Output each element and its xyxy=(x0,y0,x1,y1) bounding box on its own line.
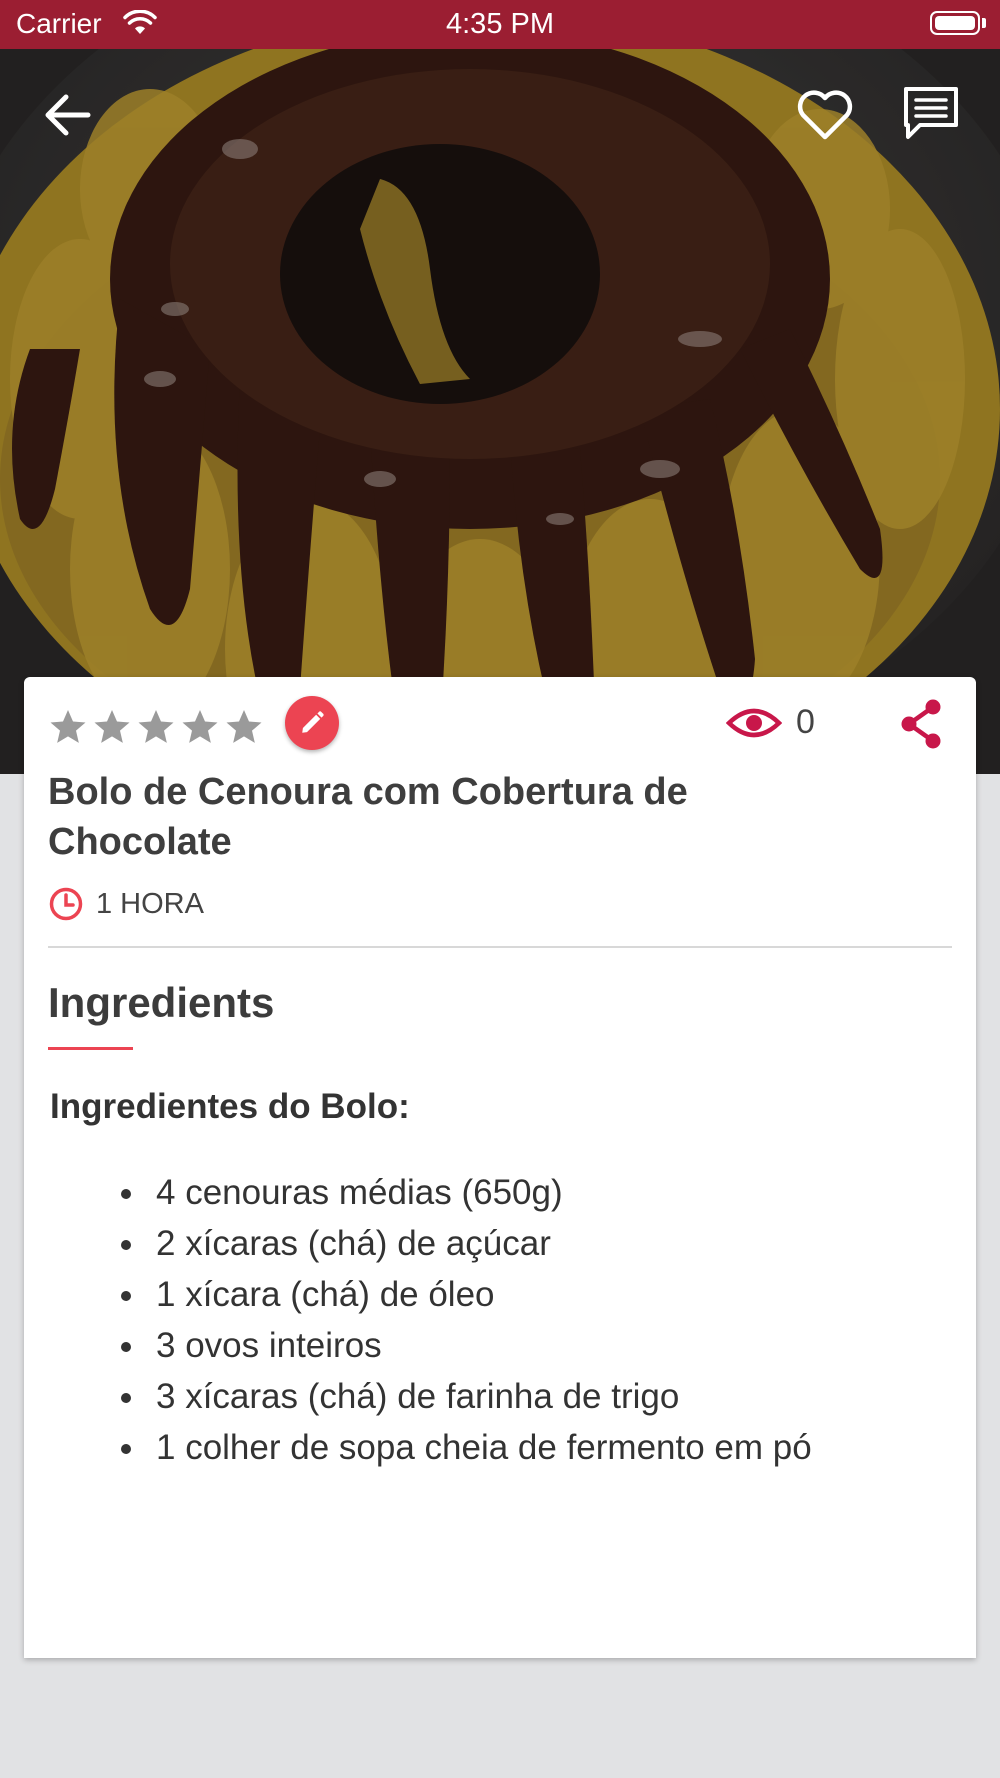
ingredients-subheading: Ingredientes do Bolo: xyxy=(50,1087,410,1126)
pencil-icon xyxy=(302,711,324,733)
list-item: 3 xícaras (chá) de farinha de trigo xyxy=(148,1371,1000,1422)
divider xyxy=(48,946,952,948)
back-button[interactable] xyxy=(40,91,92,139)
star-icon[interactable] xyxy=(224,707,264,747)
comments-button[interactable] xyxy=(900,85,962,141)
list-item: 1 xícara (chá) de óleo xyxy=(148,1269,1000,1320)
prep-time-label: 1 HORA xyxy=(96,887,204,920)
prep-time: 1 HORA xyxy=(48,886,204,922)
star-icon[interactable] xyxy=(136,707,176,747)
share-icon xyxy=(901,699,941,749)
clock-icon xyxy=(49,887,83,921)
share-button[interactable] xyxy=(898,698,944,755)
heading-underline xyxy=(48,1047,133,1050)
eye-icon xyxy=(726,708,782,737)
cake-illustration xyxy=(0,49,1000,774)
view-count: 0 xyxy=(796,703,815,741)
chat-bubble-icon xyxy=(904,87,958,139)
star-icon[interactable] xyxy=(180,707,220,747)
edit-rating-button[interactable] xyxy=(285,696,339,750)
battery-tip xyxy=(982,18,986,28)
star-rating[interactable] xyxy=(48,707,264,747)
battery-icon xyxy=(930,11,980,35)
ingredients-list: 4 cenouras médias (650g) 2 xícaras (chá)… xyxy=(84,1167,1000,1473)
status-bar: Carrier 4:35 PM xyxy=(0,0,1000,49)
list-item: 1 colher de sopa cheia de fermento em pó xyxy=(148,1422,1000,1473)
arrow-left-icon xyxy=(45,94,91,136)
ingredients-heading: Ingredients xyxy=(48,979,275,1026)
recipe-title: Bolo de Cenoura com Cobertura de Chocola… xyxy=(48,771,688,863)
star-icon[interactable] xyxy=(92,707,132,747)
star-icon[interactable] xyxy=(48,707,88,747)
status-time: 4:35 PM xyxy=(446,8,554,40)
recipe-card: 0 Bolo de Cenoura com Cobertura de Choco… xyxy=(24,677,976,1658)
list-item: 4 cenouras médias (650g) xyxy=(148,1167,1000,1218)
view-counter: 0 xyxy=(726,703,815,742)
heart-outline-icon xyxy=(797,90,853,140)
favorite-button[interactable] xyxy=(794,87,856,143)
list-item: 2 xícaras (chá) de açúcar xyxy=(148,1218,1000,1269)
list-item: 3 ovos inteiros xyxy=(148,1320,1000,1371)
recipe-hero-image xyxy=(0,49,1000,774)
